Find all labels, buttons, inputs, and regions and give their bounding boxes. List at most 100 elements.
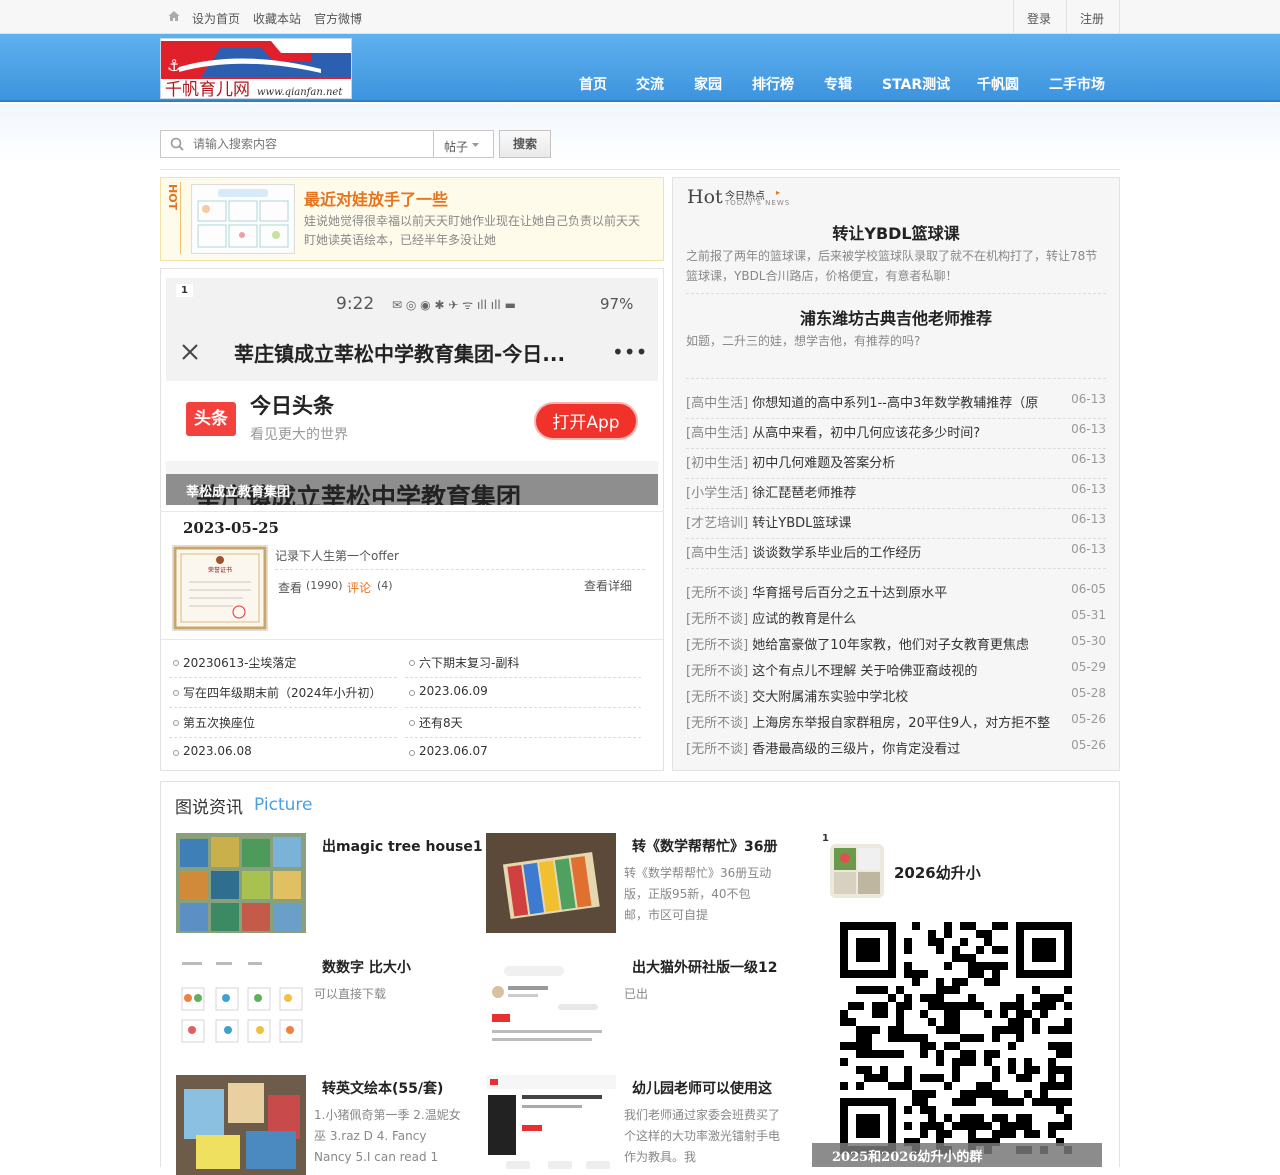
toutiao-logo: 头条 xyxy=(186,402,236,436)
section-title: 图说资讯 xyxy=(175,798,243,818)
news-category: [无所不谈] xyxy=(686,742,749,757)
nav-ranking[interactable]: 排行榜 xyxy=(752,74,794,94)
nav-star-test[interactable]: STAR测试 xyxy=(882,74,950,94)
headline-1[interactable]: 转让YBDL篮球课 xyxy=(672,220,1120,244)
pic-item-title[interactable]: 幼儿园老师可以使用这 xyxy=(632,1078,772,1098)
pic-item-thumbnail[interactable] xyxy=(486,1075,616,1175)
search-button[interactable]: 搜索 xyxy=(499,130,551,158)
open-app-button: 打开App xyxy=(534,402,638,440)
group-avatar-image xyxy=(830,844,884,898)
headline-2[interactable]: 浦东潍坊古典吉他老师推荐 xyxy=(672,305,1120,329)
group-name: 2026幼升小 xyxy=(894,864,981,882)
chevron-down-icon xyxy=(472,143,479,147)
list-item[interactable]: 2023.06.07 xyxy=(409,744,488,758)
worksheet-image xyxy=(193,186,293,252)
nav-exchange[interactable]: 交流 xyxy=(636,74,664,94)
divider xyxy=(405,707,641,708)
list-item[interactable]: 2023.06.09 xyxy=(409,684,488,698)
news-title: 转让YBDL篮球课 xyxy=(752,516,852,531)
login-link[interactable]: 登录 xyxy=(1027,10,1051,27)
phone-battery: 97% xyxy=(600,295,634,313)
search-input[interactable] xyxy=(193,135,429,153)
divider xyxy=(275,569,645,570)
books-image xyxy=(486,833,616,933)
divider xyxy=(686,448,1106,449)
news-date: 06-13 xyxy=(1071,512,1106,526)
pic-item-title[interactable]: 转《数学帮帮忙》36册 xyxy=(632,836,777,856)
hot-post-thumbnail[interactable] xyxy=(191,184,295,254)
post-thumbnail[interactable]: 荣誉证书 xyxy=(172,545,268,631)
app-slogan: 看见更大的世界 xyxy=(250,427,348,443)
nav-second-hand[interactable]: 二手市场 xyxy=(1049,74,1105,94)
hot-post-desc: 娃说她觉得很幸福以前天天盯她作业现在让她自己负责以前天天盯她读英语绘本，已经半年… xyxy=(304,214,641,247)
news-title: 她给富豪做了10年家教，他们对子女教育更焦虑 xyxy=(752,638,1029,653)
divider xyxy=(405,737,641,738)
divider xyxy=(169,707,397,708)
pic-item-thumbnail[interactable] xyxy=(176,954,306,1054)
pic-item-title[interactable]: 出大猫外研社版一级12 xyxy=(632,957,777,977)
slideshow-image[interactable]: 1 9:22 ✉ ◎ ◉ ✱ ✈ ᯤ ıll ıll ▬ 97% 莘庄镇成立莘松… xyxy=(166,278,658,505)
divider xyxy=(686,478,1106,479)
comments-link[interactable]: 评论 xyxy=(347,579,371,596)
slide-caption-bar: 莘庄镇成立莘松中学教育集团 莘松成立教育集团 xyxy=(166,474,658,505)
register-link[interactable]: 注册 xyxy=(1080,10,1104,27)
slideshow-panel: 1 9:22 ✉ ◎ ◉ ✱ ✈ ᯤ ıll ıll ▬ 97% 莘庄镇成立莘松… xyxy=(160,268,664,771)
news-category: [无所不谈] xyxy=(686,690,749,705)
news-title: 徐汇琵琶老师推荐 xyxy=(752,486,857,501)
search-input-wrap[interactable] xyxy=(160,130,434,158)
divider xyxy=(686,378,1106,379)
news-date: 06-13 xyxy=(1071,422,1106,436)
pic-item-desc: 我们老师通过家委会班费买了个这样的大功率激光镭射手电作为教具。我 xyxy=(624,1108,781,1164)
news-row[interactable]: [无所不谈] 香港最高级的三级片，你肯定没看过 05-26 xyxy=(686,738,1106,768)
nav-homeland[interactable]: 家园 xyxy=(694,74,722,94)
news-title: 香港最高级的三级片，你肯定没看过 xyxy=(752,742,961,757)
post-title[interactable]: 记录下人生第一个offer xyxy=(275,547,399,564)
view-detail-link[interactable]: 查看详细 xyxy=(584,577,632,594)
hot-post-panel: HOT 最近对娃放手了一些 娃说她觉得很幸福以前天天盯她作业现在让她自己负责以前… xyxy=(160,177,664,261)
books-image xyxy=(176,833,306,933)
list-item[interactable]: 20230613-尘埃落定 xyxy=(172,654,296,671)
set-home-link[interactable]: 设为首页 xyxy=(192,10,240,27)
list-item[interactable]: 还有8天 xyxy=(409,714,463,731)
list-item[interactable]: 2023.06.08 xyxy=(173,744,252,758)
pic-item-title[interactable]: 转英文绘本(55/套) xyxy=(322,1078,443,1098)
nav-album[interactable]: 专辑 xyxy=(824,74,852,94)
divider xyxy=(1066,0,1067,34)
search-type-label: 帖子 xyxy=(444,140,469,154)
list-item[interactable]: 第五次换座位 xyxy=(172,714,255,731)
qr-caption-bar: 2025和2026幼升小的群 xyxy=(812,1143,1102,1167)
news-date: 06-13 xyxy=(1071,452,1106,466)
news-title: 谈谈数学系毕业后的工作经历 xyxy=(752,546,922,561)
hot-post-title[interactable]: 最近对娃放手了一些 xyxy=(304,186,448,210)
active-tab-indicator xyxy=(566,34,622,102)
pic-item-thumbnail[interactable] xyxy=(176,1075,306,1175)
news-date: 06-13 xyxy=(1071,542,1106,556)
pic-item-thumbnail[interactable] xyxy=(176,833,306,933)
nav-qianfan-circle[interactable]: 千帆圆 xyxy=(977,74,1019,94)
pic-item-title[interactable]: 出magic tree house1 xyxy=(322,836,483,856)
weibo-link[interactable]: 官方微博 xyxy=(314,10,362,27)
bookmark-link[interactable]: 收藏本站 xyxy=(253,10,301,27)
news-title: 初中几何难题及答案分析 xyxy=(752,456,896,471)
search-type-select[interactable]: 帖子 xyxy=(434,130,494,158)
news-category: [无所不谈] xyxy=(686,664,749,679)
post-date: 2023-05-25 xyxy=(183,519,279,537)
more-icon: ••• xyxy=(612,340,648,364)
pic-item-title[interactable]: 数数字 比大小 xyxy=(322,957,411,977)
comments-count: (4) xyxy=(377,579,393,592)
svg-text:荣誉证书: 荣誉证书 xyxy=(208,566,232,574)
news-title: 从高中来看，初中几何应该花多少时间? xyxy=(752,426,981,441)
list-item[interactable]: 六下期末复习-副科 xyxy=(408,654,519,671)
app-name: 今日头条 xyxy=(250,394,334,418)
home-icon xyxy=(168,11,180,21)
headline-2-desc: 如题，二升三的娃，想学吉他，有推荐的吗? xyxy=(686,334,921,348)
divider xyxy=(169,737,397,738)
hot-logo: Hot xyxy=(687,186,723,208)
pic-item-thumbnail[interactable] xyxy=(486,833,616,933)
qr-slide[interactable]: 1 2026幼升小 2025和2026幼升小的群 xyxy=(812,826,1102,1167)
section-title-en: Picture xyxy=(254,795,313,815)
news-category: [高中生活] xyxy=(686,396,749,411)
pic-item-thumbnail[interactable] xyxy=(486,954,616,1054)
news-date: 05-29 xyxy=(1071,660,1106,674)
list-item[interactable]: 写在四年级期末前（2024年小升初） xyxy=(173,684,382,701)
